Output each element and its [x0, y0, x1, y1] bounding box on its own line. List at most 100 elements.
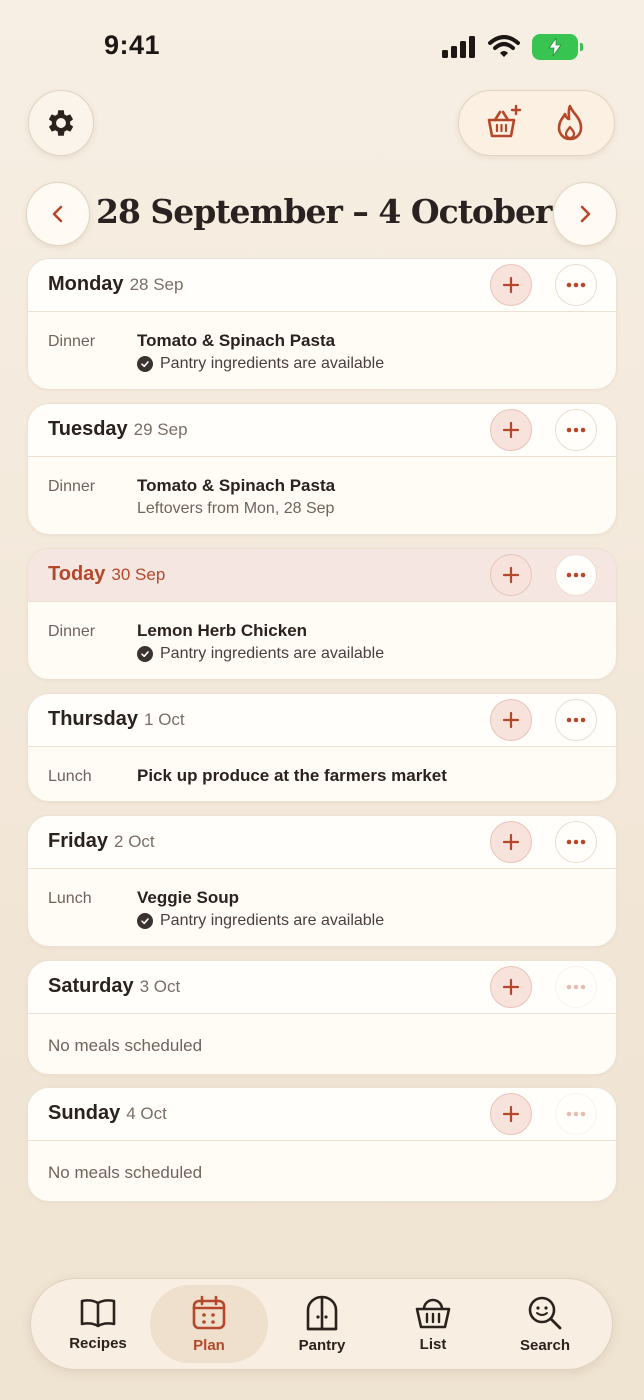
meal-status: Pantry ingredients are available: [137, 355, 384, 373]
plus-icon: [502, 566, 520, 584]
ellipsis-icon: [566, 427, 586, 433]
meal-title: Veggie Soup: [137, 888, 240, 907]
plus-icon: [502, 1105, 520, 1123]
empty-state-text: No meals scheduled: [48, 1036, 203, 1055]
day-date: 3 Oct: [139, 977, 181, 996]
day-header: Today 30 Sep: [28, 549, 616, 602]
add-meal-button[interactable]: [490, 409, 532, 451]
week-title: 28 September – 4 October: [96, 192, 552, 231]
meal-title: Tomato & Spinach Pasta: [137, 331, 336, 350]
next-week-button[interactable]: [553, 182, 617, 246]
tab-pantry[interactable]: Pantry: [263, 1285, 381, 1363]
day-header: Tuesday 29 Sep: [28, 404, 616, 457]
flame-icon: [557, 104, 583, 141]
meal-title: Pick up produce at the farmers market: [137, 766, 447, 785]
day-card-sunday: Sunday 4 Oct No meals scheduled: [27, 1087, 617, 1202]
book-icon: [80, 1298, 116, 1327]
add-to-basket-button[interactable]: [475, 95, 531, 151]
day-header: Friday 2 Oct: [28, 816, 616, 869]
day-name: Monday: [48, 273, 124, 295]
meal-title: Lemon Herb Chicken: [137, 621, 308, 640]
day-date: 30 Sep: [111, 565, 166, 584]
tab-label: Pantry: [298, 1336, 346, 1354]
header-actions: [458, 90, 615, 156]
day-name: Sunday: [48, 1102, 121, 1124]
ellipsis-icon: [566, 839, 586, 845]
empty-state-text: No meals scheduled: [48, 1163, 203, 1182]
add-meal-button[interactable]: [490, 1093, 532, 1135]
plus-icon: [502, 276, 520, 294]
meal-type: Dinner: [48, 478, 96, 495]
pantry-icon: [306, 1295, 338, 1330]
checkmark-icon: [137, 646, 153, 662]
day-card-today: Today 30 Sep Dinner Lemon Herb Chicken Pa…: [27, 548, 617, 680]
week-navigation: 28 September – 4 October: [0, 182, 644, 246]
search-icon: [528, 1296, 562, 1329]
plus-icon: [502, 711, 520, 729]
day-name: Thursday: [48, 708, 139, 730]
meal-status-text: Pantry ingredients are available: [160, 645, 385, 662]
checkmark-icon: [137, 913, 153, 929]
day-card-monday: Monday 28 Sep Dinner Tomato & Spinach Pas…: [27, 258, 617, 390]
day-card-saturday: Saturday 3 Oct No meals scheduled: [27, 960, 617, 1075]
tab-plan[interactable]: Plan: [150, 1285, 268, 1363]
meal-title: Tomato & Spinach Pasta: [137, 476, 336, 495]
tab-label: Search: [519, 1336, 571, 1354]
chevron-right-icon: [580, 205, 591, 223]
more-options-button[interactable]: [555, 1093, 597, 1135]
settings-button[interactable]: [28, 90, 94, 156]
day-name: Friday: [48, 830, 109, 852]
tab-recipes[interactable]: Recipes: [39, 1285, 157, 1363]
add-meal-button[interactable]: [490, 966, 532, 1008]
tab-label: Recipes: [69, 1334, 127, 1352]
meal-status: Pantry ingredients are available: [137, 645, 384, 663]
day-header: Sunday 4 Oct: [28, 1088, 616, 1141]
day-date: 28 Sep: [129, 275, 184, 294]
plus-icon: [502, 833, 520, 851]
day-card-friday: Friday 2 Oct Lunch Veggie Soup Pantry ing…: [27, 815, 617, 947]
meal-type: Lunch: [48, 890, 92, 907]
previous-week-button[interactable]: [26, 182, 90, 246]
tab-list[interactable]: List: [374, 1285, 492, 1363]
status-time: 9:41: [104, 30, 161, 60]
meal-status: Pantry ingredients are available: [137, 912, 384, 930]
day-name: Saturday: [48, 975, 134, 997]
more-options-button[interactable]: [555, 409, 597, 451]
status-icons: [442, 34, 583, 60]
status-bar: 9:41: [0, 0, 644, 90]
tab-bar: Recipes Plan Pantry List Search: [30, 1278, 613, 1370]
gear-icon: [48, 110, 74, 136]
ellipsis-icon: [566, 717, 586, 723]
meal-type: Dinner: [48, 623, 96, 640]
more-options-button[interactable]: [555, 821, 597, 863]
add-meal-button[interactable]: [490, 699, 532, 741]
tab-label: List: [419, 1335, 447, 1353]
chevron-left-icon: [52, 205, 63, 223]
more-options-button[interactable]: [555, 966, 597, 1008]
day-date: 2 Oct: [114, 832, 155, 851]
more-options-button[interactable]: [555, 264, 597, 306]
ellipsis-icon: [566, 1111, 586, 1117]
day-header: Thursday 1 Oct: [28, 694, 616, 747]
ellipsis-icon: [566, 282, 586, 288]
day-date: 4 Oct: [126, 1104, 167, 1123]
ellipsis-icon: [566, 984, 586, 990]
checkmark-icon: [137, 356, 153, 372]
add-meal-button[interactable]: [490, 264, 532, 306]
day-card-tuesday: Tuesday 29 Sep Dinner Tomato & Spinach Pa…: [27, 403, 617, 535]
add-meal-button[interactable]: [490, 821, 532, 863]
more-options-button[interactable]: [555, 699, 597, 741]
basket-plus-icon: [487, 104, 521, 138]
meal-type: Dinner: [48, 333, 96, 350]
more-options-button[interactable]: [555, 554, 597, 596]
flame-button[interactable]: [542, 95, 598, 151]
tab-search[interactable]: Search: [486, 1285, 604, 1363]
day-header: Monday 28 Sep: [28, 259, 616, 312]
day-name: Tuesday: [48, 418, 128, 440]
meal-type: Lunch: [48, 768, 92, 785]
cellular-signal-icon: [442, 36, 475, 58]
add-meal-button[interactable]: [490, 554, 532, 596]
day-date: 29 Sep: [133, 420, 188, 439]
day-name: Today: [48, 563, 106, 585]
day-date: 1 Oct: [144, 710, 185, 729]
